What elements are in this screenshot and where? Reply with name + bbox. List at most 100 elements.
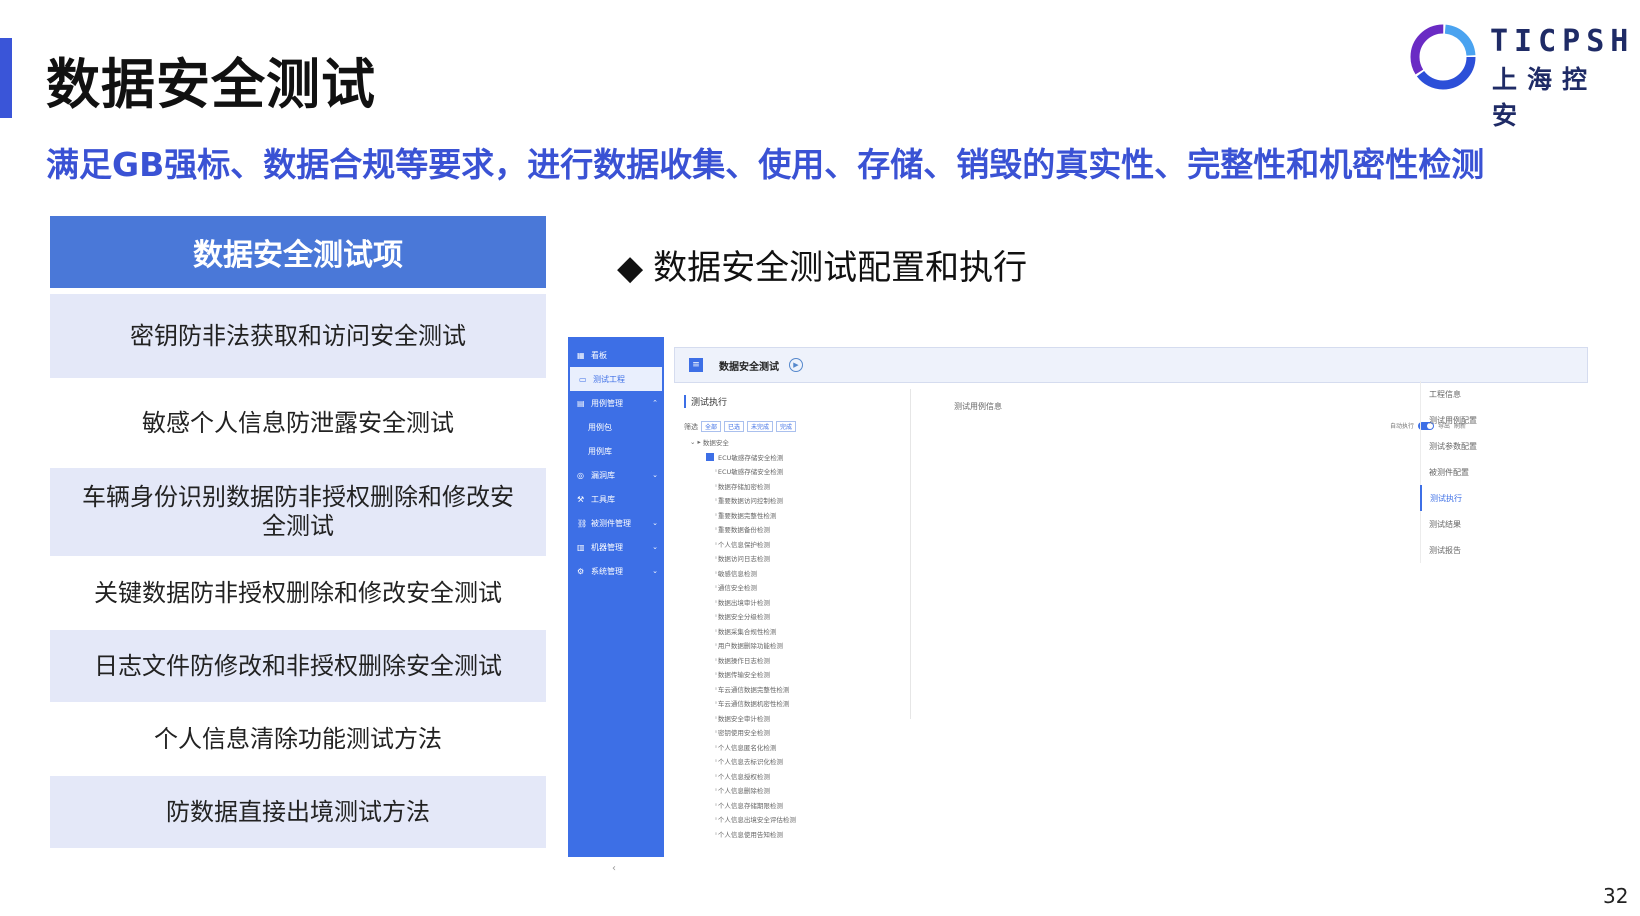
sidebar-item-case-package[interactable]: 用例包 bbox=[568, 415, 664, 439]
tree-leaf[interactable]: ◦ 重要数据完整性检测 bbox=[684, 508, 894, 523]
monitor-icon: ▭ bbox=[579, 374, 587, 384]
filter-selected-button[interactable]: 已选 bbox=[724, 421, 745, 432]
title-accent-bar bbox=[0, 38, 12, 118]
logo-swirl-icon bbox=[1410, 24, 1476, 90]
step-nav-item[interactable]: 工程信息 bbox=[1420, 381, 1540, 407]
app-sidebar: ▦ 看板 ▭ 测试工程 ▤ 用例管理 ⌃ 用例包 用例库 ◎ 漏洞库 ⌄ ⚒ 工具库 ⛓ 被测件… bbox=[568, 337, 664, 857]
tree-leaf-label: 数据操作日志检测 bbox=[717, 656, 770, 665]
tree-leaf[interactable]: ◦ 用户数据删除功能检测 bbox=[684, 638, 894, 653]
tree-leaf[interactable]: ◦ 敏感信息检测 bbox=[684, 566, 894, 581]
server-icon: ▥ bbox=[577, 542, 585, 552]
logo-chinese-text: 上海控安 bbox=[1492, 65, 1598, 130]
tree-leaf-label: 个人信息授权检测 bbox=[717, 772, 770, 781]
tree-leaf[interactable]: ◦ ECU敏感存储安全检测 bbox=[684, 464, 894, 479]
auto-execute-label: 自动执行 bbox=[1390, 423, 1415, 430]
tree-leaf-label: 重要数据备份检测 bbox=[717, 526, 770, 535]
step-nav-item[interactable]: 测试用例配置 bbox=[1420, 407, 1540, 433]
tree-root[interactable]: ⌄ ▸ 数据安全 bbox=[684, 435, 894, 450]
tree-leaf[interactable]: ◦ 个人信息保护检测 bbox=[684, 537, 894, 552]
app-header: ≡ 数据安全测试 ▶ bbox=[674, 347, 1588, 383]
test-execution-label: 测试执行 bbox=[684, 395, 727, 408]
tree-leaf[interactable]: ◦ 车云通信数据机密性检测 bbox=[684, 696, 894, 711]
step-nav-item-active[interactable]: 测试执行 bbox=[1420, 485, 1540, 511]
tree-leaf[interactable]: ◦ 数据存储加密检测 bbox=[684, 479, 894, 494]
play-icon[interactable]: ▶ bbox=[789, 358, 803, 372]
app-screenshot: ▦ 看板 ▭ 测试工程 ▤ 用例管理 ⌃ 用例包 用例库 ◎ 漏洞库 ⌄ ⚒ 工具库 ⛓ 被测件… bbox=[568, 337, 1594, 874]
tree-leaf[interactable]: ◦ 个人信息出境安全评估检测 bbox=[684, 812, 894, 827]
shield-icon: ◎ bbox=[577, 470, 584, 480]
tree-leaf-label: 密钥使用安全检测 bbox=[717, 729, 770, 738]
tree-leaf[interactable]: ◦ 个人信息使用告知检测 bbox=[684, 827, 894, 842]
chevron-down-icon: ⌄ bbox=[652, 471, 658, 479]
step-nav-item[interactable]: 测试结果 bbox=[1420, 511, 1540, 537]
tree-leaf[interactable]: ◦ 通信安全检测 bbox=[684, 580, 894, 595]
sidebar-item-tool-library[interactable]: ⚒ 工具库 bbox=[568, 487, 664, 511]
sidebar-item-dut-management[interactable]: ⛓ 被测件管理 ⌄ bbox=[568, 511, 664, 535]
sidebar-collapse-icon[interactable]: ‹ bbox=[612, 863, 616, 874]
chevron-down-icon: ⌄ bbox=[652, 519, 658, 527]
tree-leaf-label: 个人信息存储期限检测 bbox=[717, 801, 783, 810]
tree-leaf-label: 数据出境审计检测 bbox=[717, 598, 770, 607]
tree-leaf[interactable]: ◦ 数据操作日志检测 bbox=[684, 653, 894, 668]
tree-leaf-label: 个人信息使用告知检测 bbox=[717, 830, 783, 839]
logo-english-text: TICPSH bbox=[1490, 24, 1635, 59]
diamond-bullet-icon: ◆ bbox=[617, 248, 644, 288]
sidebar-item-test-project[interactable]: ▭ 测试工程 bbox=[570, 367, 662, 391]
test-item: 车辆身份识别数据防非授权删除和修改安全测试 bbox=[50, 468, 546, 556]
tree-leaf-label: 重要数据完整性检测 bbox=[717, 511, 777, 520]
sidebar-item-case-management[interactable]: ▤ 用例管理 ⌃ bbox=[568, 391, 664, 415]
sidebar-item-case-library[interactable]: 用例库 bbox=[568, 439, 664, 463]
slide-title: 数据安全测试 bbox=[46, 53, 376, 116]
sidebar-item-vuln-library[interactable]: ◎ 漏洞库 ⌄ bbox=[568, 463, 664, 487]
tree-leaf-label: ECU敏感存储安全检测 bbox=[717, 468, 784, 477]
test-item: 敏感个人信息防泄露安全测试 bbox=[50, 378, 546, 468]
tree-leaf[interactable]: ◦ 重要数据备份检测 bbox=[684, 522, 894, 537]
app-header-title: 数据安全测试 bbox=[719, 361, 779, 373]
filter-complete-button[interactable]: 完成 bbox=[776, 421, 797, 432]
step-nav-item[interactable]: 测试报告 bbox=[1420, 537, 1540, 563]
gear-icon: ⚙ bbox=[577, 566, 585, 576]
tree-leaf-label: 数据存储加密检测 bbox=[717, 482, 770, 491]
tree-leaf[interactable]: ◦ 数据访问日志检测 bbox=[684, 551, 894, 566]
company-logo: TICPSH 上海控安 bbox=[1410, 22, 1628, 130]
tree-leaf[interactable]: ◦ 重要数据访问控制检测 bbox=[684, 493, 894, 508]
tree-group[interactable]: ECU敏感存储安全检测 bbox=[684, 450, 894, 465]
step-nav-item[interactable]: 被测件配置 bbox=[1420, 459, 1540, 485]
test-case-info-label: 测试用例信息 bbox=[954, 402, 1002, 411]
test-item: 日志文件防修改和非授权删除安全测试 bbox=[50, 630, 546, 702]
filter-all-button[interactable]: 全部 bbox=[701, 421, 722, 432]
checkbox[interactable] bbox=[706, 452, 714, 461]
tree-leaf[interactable]: ◦ 数据安全审计检测 bbox=[684, 711, 894, 726]
filter-incomplete-button[interactable]: 未完成 bbox=[747, 421, 774, 432]
tree-leaf[interactable]: ◦ 个人信息授权检测 bbox=[684, 769, 894, 784]
tree-leaf-label: 数据采集合规性检测 bbox=[717, 627, 777, 636]
test-case-tree: ⌄ ▸ 数据安全 ECU敏感存储安全检测 ◦ ECU敏感存储安全检测 ◦ 数据存储… bbox=[684, 435, 894, 841]
sidebar-item-system-management[interactable]: ⚙ 系统管理 ⌄ bbox=[568, 559, 664, 583]
tree-leaf-label: 数据传输安全检测 bbox=[717, 671, 770, 680]
tree-leaf[interactable]: ◦ 个人信息匿名化检测 bbox=[684, 740, 894, 755]
tree-leaf[interactable]: ◦ 个人信息去标识化检测 bbox=[684, 754, 894, 769]
document-icon: ≡ bbox=[689, 358, 703, 372]
tree-leaf-label: 个人信息出境安全评估检测 bbox=[717, 816, 796, 825]
tree-leaf-label: 敏感信息检测 bbox=[717, 569, 757, 578]
sidebar-item-machine-management[interactable]: ▥ 机器管理 ⌄ bbox=[568, 535, 664, 559]
tree-leaf[interactable]: ◦ 车云通信数据完整性检测 bbox=[684, 682, 894, 697]
chevron-up-icon: ⌃ bbox=[652, 399, 658, 407]
tree-leaf[interactable]: ◦ 个人信息删除检测 bbox=[684, 783, 894, 798]
tree-leaf[interactable]: ◦ 个人信息存储期限检测 bbox=[684, 798, 894, 813]
panel-divider bbox=[910, 389, 911, 719]
tree-leaf[interactable]: ◦ 数据传输安全检测 bbox=[684, 667, 894, 682]
slide-subtitle: 满足GB强标、数据合规等要求，进行数据收集、使用、存储、销毁的真实性、完整性和机… bbox=[46, 145, 1485, 184]
tree-leaf[interactable]: ◦ 数据采集合规性检测 bbox=[684, 624, 894, 639]
tree-leaf[interactable]: ◦ 数据出境审计检测 bbox=[684, 595, 894, 610]
tree-leaf-label: 通信安全检测 bbox=[717, 584, 757, 593]
step-nav-item[interactable]: 测试参数配置 bbox=[1420, 433, 1540, 459]
wrench-icon: ⚒ bbox=[577, 494, 585, 504]
tree-leaf[interactable]: ◦ 数据安全分级检测 bbox=[684, 609, 894, 624]
tree-leaf-label: 用户数据删除功能检测 bbox=[717, 642, 783, 651]
tree-leaf-label: 数据安全分级检测 bbox=[717, 613, 770, 622]
tree-leaf[interactable]: ◦ 密钥使用安全检测 bbox=[684, 725, 894, 740]
tree-filter-toolbar: 筛选 全部 已选 未完成 完成 bbox=[684, 421, 797, 432]
grid-icon: ▦ bbox=[577, 350, 585, 360]
sidebar-item-dashboard[interactable]: ▦ 看板 bbox=[568, 343, 664, 367]
